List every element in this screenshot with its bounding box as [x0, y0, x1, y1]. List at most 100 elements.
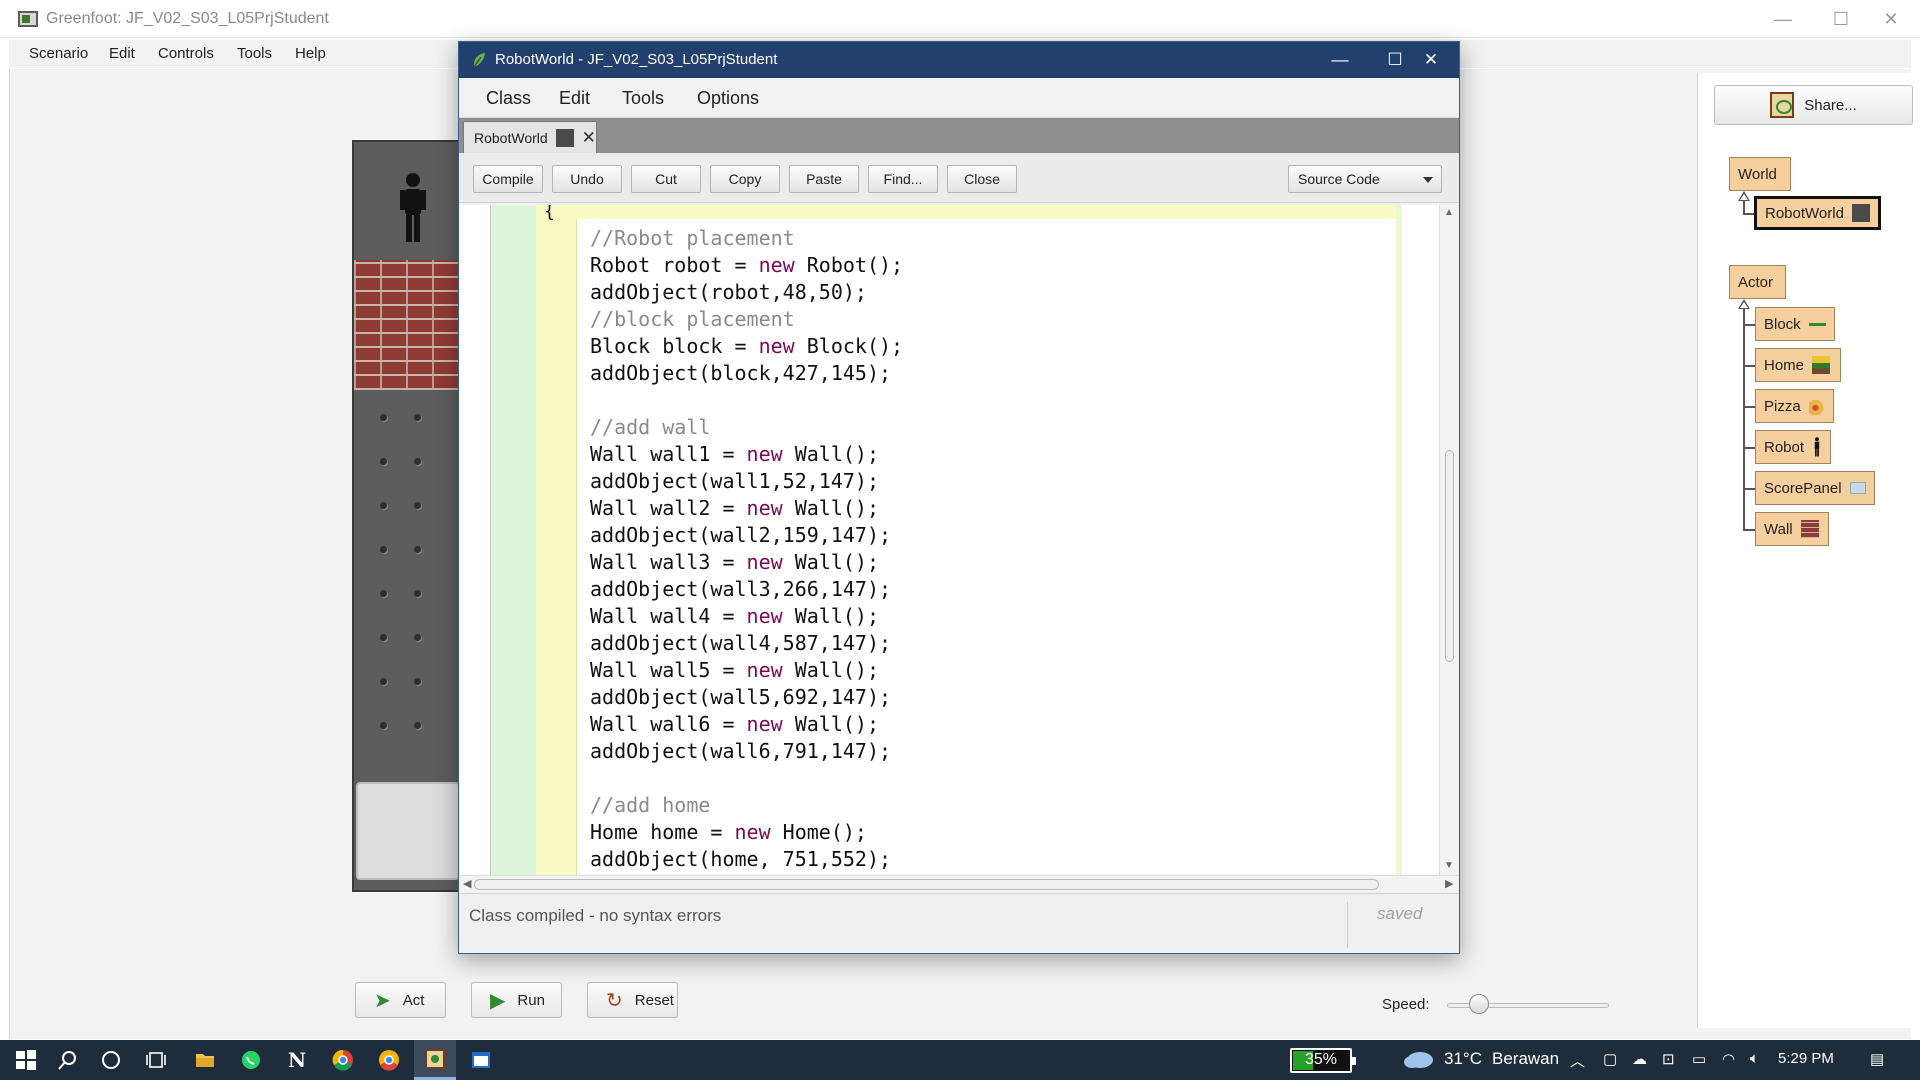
code-line[interactable]: Wall wall3 = new Wall(); [590, 549, 903, 576]
class-scorepanel[interactable]: ScorePanel [1755, 471, 1875, 505]
wall-actor[interactable] [354, 260, 460, 390]
notification-icon[interactable]: ▤ [1870, 1050, 1884, 1068]
horizontal-scrollbar[interactable]: ◀ ▶ [460, 875, 1459, 893]
tab-robotworld[interactable]: RobotWorld ✕ [463, 121, 597, 153]
code-line[interactable]: Home home = new Home(); [590, 819, 903, 846]
file-explorer-button[interactable] [187, 1040, 223, 1080]
menu-tools[interactable]: Tools [237, 45, 272, 62]
code-line[interactable]: Wall wall5 = new Wall(); [590, 657, 903, 684]
code-line[interactable]: Wall wall4 = new Wall(); [590, 603, 903, 630]
act-button[interactable]: ➤ Act [355, 982, 446, 1018]
cortana-button[interactable] [93, 1040, 129, 1080]
greenfoot-taskbar-button[interactable] [414, 1040, 456, 1080]
line-gutter[interactable] [490, 205, 536, 875]
vertical-scrollbar[interactable]: ▲ ▼ [1439, 205, 1459, 875]
menu-edit[interactable]: Edit [109, 45, 135, 62]
code-line[interactable] [590, 387, 903, 414]
code-line[interactable]: Wall wall2 = new Wall(); [590, 495, 903, 522]
code-line[interactable]: //Robot placement [590, 225, 903, 252]
editor-minimize-button[interactable]: — [1311, 42, 1369, 78]
search-button[interactable] [50, 1040, 86, 1080]
menu-help[interactable]: Help [295, 45, 326, 62]
menu-tools[interactable]: Tools [622, 88, 664, 109]
class-home[interactable]: Home [1755, 348, 1841, 382]
menu-edit[interactable]: Edit [559, 88, 590, 109]
find-button[interactable]: Find... [868, 165, 938, 193]
close-button[interactable]: ✕ [1862, 0, 1920, 38]
code-line[interactable]: //block placement [590, 306, 903, 333]
chrome-alt-button[interactable] [371, 1040, 407, 1080]
code-line[interactable]: addObject(wall1,52,147); [590, 468, 903, 495]
code-line[interactable]: addObject(wall3,266,147); [590, 576, 903, 603]
editor-close-button[interactable]: ✕ [1402, 42, 1460, 78]
code-line[interactable]: addObject(wall5,692,147); [590, 684, 903, 711]
meet-now-icon[interactable]: ▢ [1603, 1050, 1617, 1068]
scroll-left-icon[interactable]: ◀ [463, 877, 471, 890]
share-button[interactable]: Share... [1714, 85, 1913, 125]
menu-options[interactable]: Options [697, 88, 759, 109]
volume-icon[interactable]: 🔈︎ [1750, 1050, 1759, 1067]
vertical-scroll-thumb[interactable] [1445, 450, 1454, 662]
menu-class[interactable]: Class [486, 88, 531, 109]
scroll-up-icon[interactable]: ▲ [1444, 207, 1454, 218]
scroll-down-icon[interactable]: ▼ [1444, 860, 1454, 871]
code-line[interactable]: //add wall [590, 414, 903, 441]
close-editor-button[interactable]: Close [947, 165, 1017, 193]
scroll-right-icon[interactable]: ▶ [1445, 877, 1453, 890]
rivet-decoration [414, 546, 421, 553]
status-divider [1347, 902, 1348, 948]
java-app-button[interactable] [463, 1040, 499, 1080]
class-world[interactable]: World [1729, 157, 1791, 191]
class-pizza[interactable]: Pizza [1755, 389, 1834, 423]
view-mode-value: Source Code [1298, 171, 1380, 187]
code-line[interactable] [590, 765, 903, 792]
class-block[interactable]: Block [1755, 307, 1835, 341]
chevron-up-icon[interactable]: ︿ [1570, 1050, 1585, 1071]
view-mode-select[interactable]: Source Code [1288, 165, 1442, 193]
undo-button[interactable]: Undo [552, 165, 622, 193]
screen-capture-icon[interactable]: ⊡ [1662, 1050, 1675, 1068]
code-line[interactable]: addObject(home, 751,552); [590, 846, 903, 873]
code-line[interactable]: addObject(wall6,791,147); [590, 738, 903, 765]
weather-widget[interactable]: 31°C Berawan [1402, 1049, 1559, 1069]
battery-indicator[interactable]: 35% [1290, 1048, 1356, 1073]
code-line[interactable]: addObject(wall2,159,147); [590, 522, 903, 549]
clock[interactable]: 5:29 PM [1778, 1050, 1834, 1067]
reset-button[interactable]: ↻ Reset [587, 982, 678, 1018]
code-line[interactable]: Block block = new Block(); [590, 333, 903, 360]
code-line[interactable]: addObject(wall4,587,147); [590, 630, 903, 657]
menu-scenario[interactable]: Scenario [29, 45, 88, 62]
class-robot[interactable]: Robot [1755, 430, 1831, 464]
code-line[interactable]: //add home [590, 792, 903, 819]
task-view-button[interactable] [138, 1040, 174, 1080]
code-line[interactable]: addObject(robot,48,50); [590, 279, 903, 306]
source-code[interactable]: //Robot placement Robot robot = new Robot… [590, 225, 903, 873]
paste-button[interactable]: Paste [789, 165, 859, 193]
compile-button[interactable]: Compile [473, 165, 543, 193]
class-robotworld[interactable]: RobotWorld [1754, 196, 1881, 230]
minimize-button[interactable]: — [1754, 0, 1812, 38]
close-tab-icon[interactable]: ✕ [582, 128, 596, 148]
code-line[interactable]: addObject(block,427,145); [590, 360, 903, 387]
battery-tray-icon[interactable]: ▭ [1692, 1050, 1706, 1068]
copy-button[interactable]: Copy [710, 165, 780, 193]
code-line[interactable]: Robot robot = new Robot(); [590, 252, 903, 279]
menu-controls[interactable]: Controls [158, 45, 214, 62]
cut-button[interactable]: Cut [631, 165, 701, 193]
score-panel-actor[interactable] [356, 782, 460, 880]
robot-actor-icon[interactable] [398, 172, 428, 244]
horizontal-scroll-thumb[interactable] [474, 879, 1379, 890]
whatsapp-button[interactable] [233, 1040, 269, 1080]
run-button[interactable]: ▶ Run [471, 982, 562, 1018]
world-view[interactable] [352, 140, 462, 892]
class-actor[interactable]: Actor [1729, 265, 1786, 299]
chrome-button[interactable] [325, 1040, 361, 1080]
class-wall[interactable]: Wall [1755, 512, 1829, 546]
code-line[interactable]: Wall wall1 = new Wall(); [590, 441, 903, 468]
onedrive-icon[interactable]: ☁ [1632, 1050, 1647, 1068]
notion-button[interactable]: N [279, 1040, 315, 1080]
code-line[interactable]: Wall wall6 = new Wall(); [590, 711, 903, 738]
wifi-icon[interactable]: ◠ [1722, 1050, 1735, 1068]
start-button[interactable] [8, 1040, 44, 1080]
code-editor[interactable]: { //Robot placement Robot robot = new Rob… [460, 205, 1439, 875]
